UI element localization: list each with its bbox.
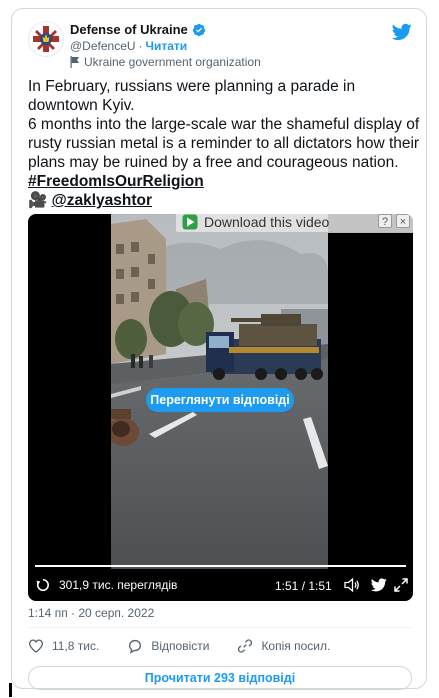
download-close-button[interactable]: × xyxy=(396,214,410,228)
author-handle[interactable]: @DefenceU xyxy=(70,39,136,53)
camera-emoji: 🎥 xyxy=(28,192,48,209)
view-replies-button[interactable]: Переглянути відповіді xyxy=(146,388,294,412)
likes-count: 11,8 тис. xyxy=(52,639,100,653)
download-help-button[interactable]: ? xyxy=(378,214,392,228)
views-counter: 301,9 тис. переглядів xyxy=(36,578,177,592)
action-bar: 11,8 тис. Відповісти Копія посил. xyxy=(28,636,358,656)
play-icon xyxy=(182,214,198,230)
reply-button[interactable]: Відповісти xyxy=(127,638,209,654)
twitter-bird-icon[interactable] xyxy=(392,23,412,41)
video-progress-fill xyxy=(35,565,406,567)
volume-icon[interactable] xyxy=(344,577,360,593)
video-player[interactable]: Переглянути відповіді Download this vide… xyxy=(28,214,413,601)
like-button[interactable]: 11,8 тис. xyxy=(28,638,99,654)
mention-link[interactable]: @zaklyashtor xyxy=(52,192,152,209)
copy-link-button[interactable]: Копія посил. xyxy=(237,638,330,654)
fullscreen-icon[interactable] xyxy=(393,577,409,593)
tweet-line-1: In February, russians were planning a pa… xyxy=(28,78,356,114)
author-handle-row: @DefenceU · Читати xyxy=(70,39,187,53)
link-icon xyxy=(238,639,253,653)
hashtag-link[interactable]: #FreedomIsOurReligion xyxy=(28,173,204,190)
org-label-row: Ukraine government organization xyxy=(70,55,261,69)
video-time: 1:51 / 1:51 xyxy=(275,579,332,593)
reply-label: Відповісти xyxy=(151,639,210,653)
flag-icon xyxy=(70,56,79,68)
follow-link[interactable]: Читати xyxy=(146,39,188,53)
footer-divider xyxy=(28,627,412,628)
org-label: Ukraine government organization xyxy=(84,55,261,69)
ukraine-defense-emblem-icon xyxy=(33,26,59,52)
author-name-row: Defense of Ukraine xyxy=(70,22,206,37)
download-video-label[interactable]: Download this video xyxy=(204,214,329,230)
verified-badge-icon xyxy=(192,23,205,36)
read-replies-button[interactable]: Прочитати 293 відповіді xyxy=(28,666,412,690)
handle-separator: · xyxy=(138,39,143,53)
tweet-card: Defense of Ukraine @DefenceU · Читати Uk… xyxy=(11,8,427,690)
tweet-text: In February, russians were planning a pa… xyxy=(28,77,420,210)
download-video-bar[interactable]: Download this video ? × xyxy=(175,214,413,233)
video-progress-bar[interactable] xyxy=(35,565,406,567)
avatar[interactable] xyxy=(28,21,64,57)
tweet-timestamp[interactable]: 1:14 пп · 20 серп. 2022 xyxy=(28,606,154,620)
reply-bubble-icon xyxy=(129,639,142,654)
video-controls: 301,9 тис. переглядів 1:51 / 1:51 xyxy=(28,574,413,598)
views-label: 301,9 тис. переглядів xyxy=(59,578,178,592)
copy-link-label: Копія посил. xyxy=(261,639,331,653)
heart-icon xyxy=(28,639,44,653)
twitter-bird-icon[interactable] xyxy=(371,577,387,593)
text-cursor xyxy=(9,683,12,697)
author-display-name[interactable]: Defense of Ukraine xyxy=(70,22,188,37)
replay-icon[interactable] xyxy=(36,578,50,592)
tweet-line-2: 6 months into the large-scale war the sh… xyxy=(28,116,420,171)
